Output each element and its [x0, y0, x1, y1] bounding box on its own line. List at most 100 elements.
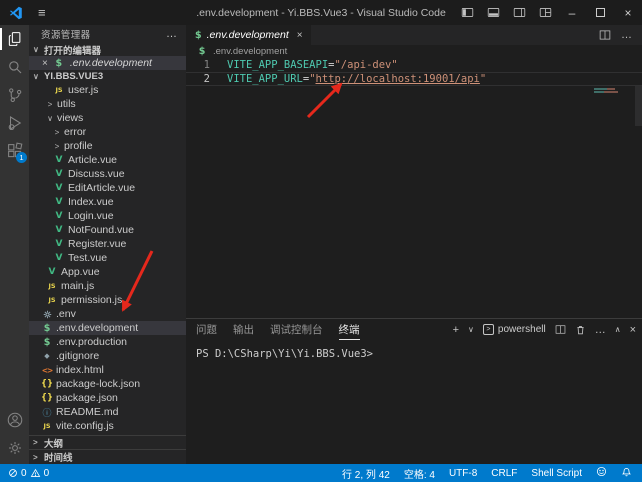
- file-tree-item[interactable]: $.env.development: [29, 321, 186, 335]
- file-label: Register.vue: [68, 238, 126, 250]
- panel-tab[interactable]: 终端: [339, 319, 360, 340]
- panel-tab[interactable]: 输出: [233, 319, 254, 340]
- close-icon[interactable]: ×: [42, 58, 48, 69]
- file-tree-item[interactable]: VLogin.vue: [29, 209, 186, 223]
- file-tree-item[interactable]: <>index.html: [29, 363, 186, 377]
- file-tree-item[interactable]: {}package-lock.json: [29, 377, 186, 391]
- file-tree-item[interactable]: JSvite.config.js: [29, 419, 186, 433]
- open-editors-section[interactable]: ∨ 打开的编辑器: [29, 43, 186, 56]
- editor-group: $ .env.development × … $ .env.developmen…: [186, 25, 642, 318]
- file-tree-item[interactable]: >utils: [29, 97, 186, 111]
- run-debug-icon[interactable]: [0, 109, 29, 137]
- chevron-right-icon: >: [33, 438, 41, 447]
- split-editor-icon[interactable]: [599, 29, 611, 41]
- code-area[interactable]: 1 VITE_APP_BASEAPI="/api-dev" 2 VITE_APP…: [186, 58, 642, 86]
- feedback-smiley-icon[interactable]: [596, 466, 607, 480]
- file-tree-item[interactable]: VDiscuss.vue: [29, 167, 186, 181]
- file-tree-item[interactable]: VRegister.vue: [29, 237, 186, 251]
- panel-tab[interactable]: 问题: [196, 319, 217, 340]
- file-tree-item[interactable]: ∨views: [29, 111, 186, 125]
- file-label: package-lock.json: [56, 378, 140, 390]
- panel-tab-bar: 问题输出调试控制台终端: [196, 319, 360, 340]
- new-terminal-icon[interactable]: +: [453, 324, 459, 336]
- json-icon: {}: [41, 393, 53, 403]
- explorer-icon[interactable]: [0, 25, 29, 53]
- close-panel-icon[interactable]: ×: [630, 324, 636, 336]
- panel-more-actions-icon[interactable]: …: [595, 324, 606, 336]
- status-bar-right: 行 2, 列 42 空格: 4 UTF-8 CRLF Shell Script: [342, 466, 642, 481]
- workspace-root-folder[interactable]: ∨ YI.BBS.VUE3: [29, 70, 186, 83]
- file-tree-item[interactable]: JSpermission.js: [29, 293, 186, 307]
- error-count: 0: [21, 468, 27, 479]
- file-tree-item[interactable]: VEditArticle.vue: [29, 181, 186, 195]
- file-label: package.json: [56, 392, 118, 404]
- file-tree-item[interactable]: JSuser.js: [29, 83, 186, 97]
- status-item[interactable]: UTF-8: [449, 468, 477, 479]
- file-tree-item[interactable]: VTest.vue: [29, 251, 186, 265]
- file-tree-item[interactable]: JSmain.js: [29, 279, 186, 293]
- kill-terminal-icon[interactable]: [575, 324, 586, 336]
- settings-gear-icon[interactable]: [0, 434, 29, 462]
- problems-status[interactable]: 0 0: [0, 468, 49, 479]
- extensions-icon[interactable]: 1: [0, 137, 29, 165]
- vue-icon: V: [53, 169, 65, 179]
- file-tree-item[interactable]: VIndex.vue: [29, 195, 186, 209]
- url-link[interactable]: http://localhost:19001/api: [316, 73, 480, 85]
- file-label: .env: [56, 308, 76, 320]
- explorer-more-actions-icon[interactable]: …: [166, 28, 178, 40]
- status-item[interactable]: CRLF: [491, 468, 517, 479]
- editor-more-actions-icon[interactable]: …: [621, 29, 632, 41]
- tab-env-development[interactable]: $ .env.development ×: [186, 25, 311, 45]
- minimize-button[interactable]: –: [558, 0, 586, 25]
- status-item[interactable]: 空格: 4: [404, 466, 435, 481]
- file-label: .gitignore: [56, 350, 99, 362]
- file-tree-item[interactable]: VArticle.vue: [29, 153, 186, 167]
- open-editor-item[interactable]: × $ .env.development: [29, 56, 186, 70]
- terminal-shell-selector[interactable]: > powershell: [483, 324, 546, 335]
- file-label: error: [64, 126, 86, 138]
- maximize-button[interactable]: [586, 0, 614, 25]
- tab-close-icon[interactable]: ×: [297, 30, 303, 41]
- search-icon[interactable]: [0, 53, 29, 81]
- close-button[interactable]: ×: [614, 0, 642, 25]
- vue-icon: V: [53, 253, 65, 263]
- file-tree-item[interactable]: .env: [29, 307, 186, 321]
- panel-tab[interactable]: 调试控制台: [270, 319, 323, 340]
- toggle-secondary-sidebar-icon[interactable]: [506, 0, 532, 25]
- file-label: Discuss.vue: [68, 168, 125, 180]
- minimap[interactable]: [594, 88, 628, 94]
- file-tree-item[interactable]: >error: [29, 125, 186, 139]
- title-bar: ≡ .env.development - Yi.BBS.Vue3 - Visua…: [0, 0, 642, 25]
- outline-section[interactable]: > 大纲: [29, 435, 186, 449]
- file-tree: JSuser.js>utils∨views>error>profileVArti…: [29, 83, 186, 433]
- maximize-panel-icon[interactable]: ∧: [615, 325, 621, 334]
- terminal-output[interactable]: PS D:\CSharp\Yi\Yi.BBS.Vue3>: [186, 340, 642, 360]
- file-tree-item[interactable]: {}package.json: [29, 391, 186, 405]
- customize-layout-icon[interactable]: [532, 0, 558, 25]
- file-tree-item[interactable]: ⓘREADME.md: [29, 405, 186, 419]
- vue-icon: V: [53, 239, 65, 249]
- file-tree-item[interactable]: VApp.vue: [29, 265, 186, 279]
- menu-icon[interactable]: ≡: [38, 5, 46, 20]
- toggle-panel-icon[interactable]: [480, 0, 506, 25]
- source-control-icon[interactable]: [0, 81, 29, 109]
- file-tree-item[interactable]: ◆.gitignore: [29, 349, 186, 363]
- shell-icon: $: [195, 30, 202, 41]
- file-tree-item[interactable]: >profile: [29, 139, 186, 153]
- notifications-bell-icon[interactable]: [621, 466, 632, 480]
- status-item[interactable]: Shell Script: [531, 468, 582, 479]
- editor-scrollbar[interactable]: [635, 86, 642, 126]
- vue-icon: V: [53, 197, 65, 207]
- toggle-primary-sidebar-icon[interactable]: [454, 0, 480, 25]
- file-tree-item[interactable]: $.env.production: [29, 335, 186, 349]
- line-number: 2: [186, 73, 210, 85]
- chevron-right-icon: >: [33, 453, 41, 462]
- account-icon[interactable]: [0, 406, 29, 434]
- file-tree-item[interactable]: VNotFound.vue: [29, 223, 186, 237]
- split-terminal-icon[interactable]: [555, 324, 566, 335]
- chevron-down-icon[interactable]: ∨: [468, 325, 474, 334]
- timeline-section[interactable]: > 时间线: [29, 449, 186, 464]
- status-item[interactable]: 行 2, 列 42: [342, 466, 390, 481]
- breadcrumb[interactable]: $ .env.development: [186, 45, 642, 58]
- js-icon: JS: [41, 422, 53, 430]
